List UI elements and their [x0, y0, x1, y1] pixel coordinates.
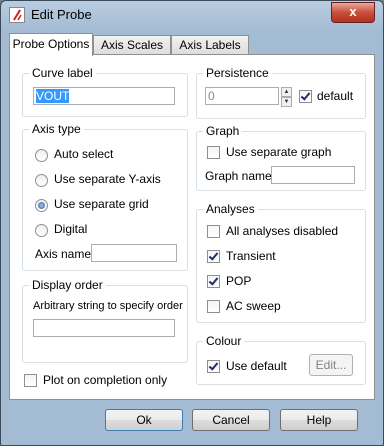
colour-use-default-label: Use default	[226, 359, 287, 373]
axis-name-input[interactable]	[91, 244, 177, 262]
graph-separate-checkbox[interactable]	[207, 146, 220, 159]
analysis-transient-checkbox[interactable]	[207, 250, 220, 263]
tab-axis-scales[interactable]: Axis Scales	[93, 35, 171, 55]
display-order-group: Display order Arbitrary string to specif…	[22, 278, 188, 363]
ok-button[interactable]: Ok	[105, 409, 183, 431]
analysis-pop-checkbox[interactable]	[207, 275, 220, 288]
analysis-all-disabled-checkbox[interactable]	[207, 225, 220, 238]
app-icon	[9, 7, 25, 23]
analysis-pop-label: POP	[226, 274, 252, 288]
curve-label-value: VOUT	[36, 89, 70, 103]
persistence-value: 0	[208, 89, 215, 103]
analyses-title: Analyses	[203, 202, 258, 216]
graph-name-label: Graph name	[205, 169, 272, 183]
graph-separate-label: Use separate graph	[226, 145, 332, 159]
analysis-transient-label: Transient	[226, 249, 276, 263]
radio-auto-select[interactable]	[35, 149, 48, 162]
persistence-default-checkbox[interactable]	[299, 90, 312, 103]
analysis-ac-sweep-checkbox[interactable]	[207, 300, 220, 313]
close-icon: x	[349, 4, 357, 19]
tab-axis-labels[interactable]: Axis Labels	[171, 35, 249, 55]
colour-edit-button[interactable]: Edit...	[309, 354, 353, 376]
persistence-group: Persistence 0 ▲ ▼ default	[196, 66, 366, 119]
curve-label-input[interactable]: VOUT	[33, 87, 175, 105]
colour-title: Colour	[203, 334, 245, 348]
cancel-label: Cancel	[212, 413, 250, 427]
persistence-title: Persistence	[203, 66, 272, 80]
tab-label: Axis Labels	[179, 38, 241, 52]
plot-on-completion-label: Plot on completion only	[43, 373, 168, 387]
colour-group: Colour Use default Edit...	[196, 334, 366, 385]
spin-down-icon[interactable]: ▼	[281, 97, 292, 107]
axis-type-title: Axis type	[29, 122, 84, 136]
persistence-spinner[interactable]: ▲ ▼	[281, 87, 292, 107]
graph-name-input[interactable]	[271, 166, 355, 184]
display-order-input[interactable]	[33, 319, 175, 337]
title-bar[interactable]: Edit Probe x	[1, 1, 383, 29]
colour-use-default-checkbox[interactable]	[207, 360, 220, 373]
graph-group: Graph Use separate graph Graph name	[196, 124, 366, 191]
analyses-group: Analyses All analyses disabled Transient…	[196, 202, 366, 323]
analysis-ac-sweep-label: AC sweep	[226, 299, 281, 313]
spin-up-icon[interactable]: ▲	[281, 87, 292, 97]
axis-name-label: Axis name	[35, 247, 92, 261]
tab-label: Probe Options	[12, 37, 90, 51]
curve-label-title: Curve label	[29, 66, 96, 80]
ok-label: Ok	[136, 413, 152, 427]
persistence-input[interactable]: 0	[205, 87, 279, 105]
tab-probe-options[interactable]: Probe Options	[9, 33, 93, 56]
radio-separate-grid[interactable]	[35, 199, 48, 212]
tab-label: Axis Scales	[100, 38, 164, 52]
display-order-description: Arbitrary string to specify order	[33, 300, 183, 312]
radio-separate-y-axis[interactable]	[35, 174, 48, 187]
persistence-default-label: default	[317, 89, 354, 103]
axis-type-group: Axis type Auto select Use separate Y-axi…	[22, 122, 188, 271]
help-button[interactable]: Help	[280, 409, 358, 431]
tab-content-panel: Curve label VOUT Axis type Auto select U…	[9, 54, 375, 400]
help-label: Help	[306, 413, 332, 427]
graph-title: Graph	[203, 124, 243, 138]
analysis-all-disabled-label: All analyses disabled	[226, 224, 339, 238]
radio-digital[interactable]	[35, 224, 48, 237]
window-title: Edit Probe	[31, 7, 92, 22]
colour-edit-label: Edit...	[315, 358, 347, 372]
curve-label-group: Curve label VOUT	[22, 66, 188, 117]
plot-on-completion-checkbox[interactable]	[24, 374, 37, 387]
radio-separate-y-axis-label: Use separate Y-axis	[54, 172, 161, 186]
radio-separate-grid-label: Use separate grid	[54, 197, 149, 211]
radio-auto-select-label: Auto select	[54, 147, 114, 161]
radio-digital-label: Digital	[54, 222, 88, 236]
cancel-button[interactable]: Cancel	[192, 409, 270, 431]
display-order-title: Display order	[29, 278, 106, 292]
edit-probe-dialog: Edit Probe x Probe Options Axis Scales A…	[0, 0, 384, 446]
close-button[interactable]: x	[331, 2, 375, 23]
